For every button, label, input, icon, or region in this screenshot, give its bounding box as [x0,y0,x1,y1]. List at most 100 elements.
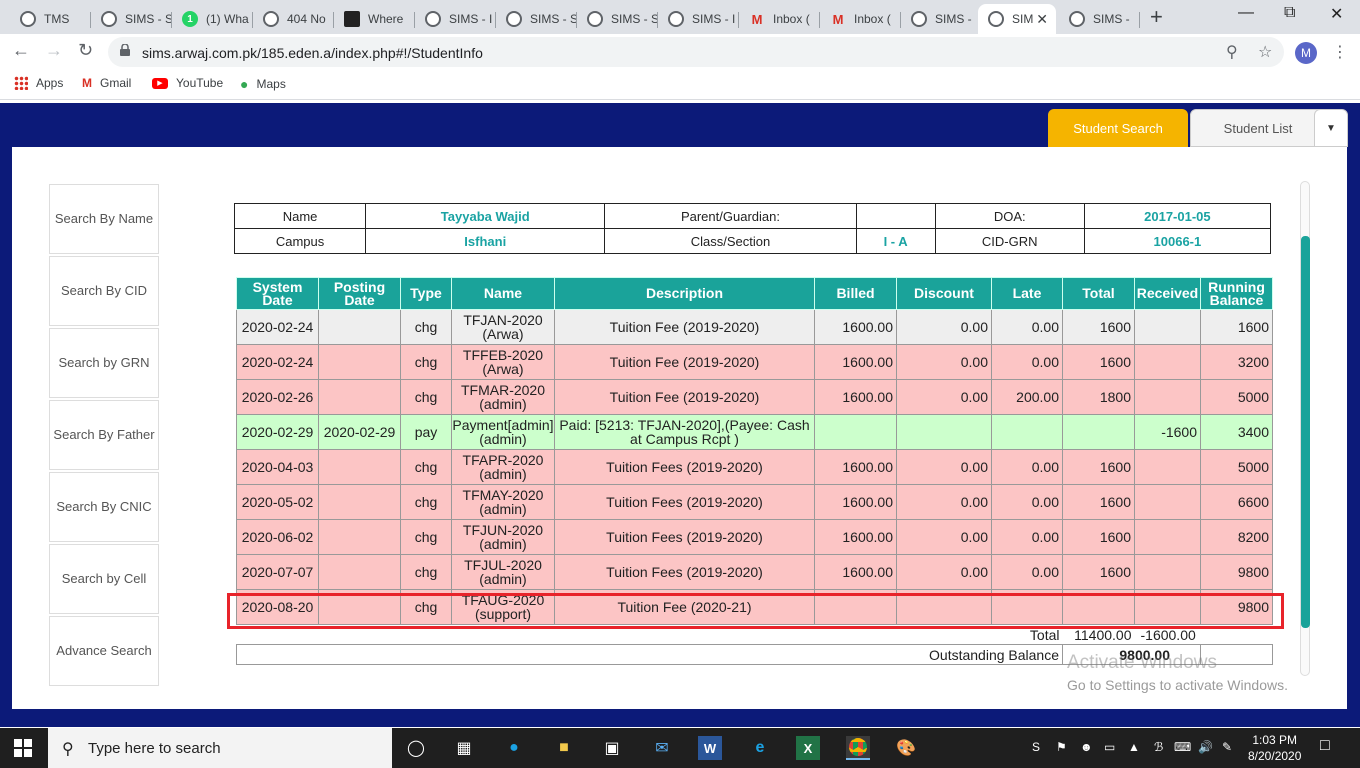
word-icon[interactable]: W [698,736,722,760]
tab-student-list[interactable]: Student List [1190,109,1326,147]
sidebar-search-button[interactable]: Search By Name [49,184,159,254]
ledger-cell: Tuition Fee (2019-2020) [554,309,815,345]
column-header[interactable]: Total [1062,277,1135,310]
paint-icon[interactable]: 🎨 [894,736,918,760]
back-icon[interactable]: ← [12,40,30,61]
ledger-row[interactable]: 2020-07-07 chg TFJUL-2020 (admin) Tuition F… [236,554,1273,590]
tab-dropdown-button[interactable]: ▼ [1314,109,1348,147]
apps-grid-icon [14,76,28,90]
edge-icon[interactable]: ● [502,736,526,760]
profile-avatar[interactable]: M [1295,42,1317,64]
file-explorer-icon[interactable]: ■ [552,736,576,760]
ie-icon[interactable]: e [748,736,772,760]
display-icon[interactable]: ▭ [1104,740,1115,754]
restore-icon[interactable]: ⧉ [1284,4,1295,22]
security-icon[interactable]: ⚑ [1056,740,1067,754]
mail-icon[interactable]: ✉ [650,736,674,760]
column-header[interactable]: Late [991,277,1063,310]
bookmark-apps[interactable]: Apps [14,76,63,90]
bookmark-youtube[interactable]: ▶ YouTube [152,76,223,90]
browser-tab-title: Inbox ( [854,12,891,26]
skype-icon[interactable]: S [1032,740,1040,754]
ledger-row[interactable]: 2020-02-24 chg TFFEB-2020 (Arwa) Tuition Fe… [236,344,1273,380]
browser-tab[interactable]: SIMS - [1059,4,1140,34]
reload-icon[interactable]: ↻ [78,40,93,61]
browser-tab[interactable]: SIMS - S [496,4,577,34]
forward-icon[interactable]: → [45,40,63,61]
column-header[interactable]: Running Balance [1200,277,1273,310]
browser-tab[interactable]: M Inbox ( [739,4,820,34]
globe-icon [587,11,603,27]
ledger-row[interactable]: 2020-02-29 2020-02-29 pay Payment[admin] (a… [236,414,1273,450]
browser-tab[interactable]: SIMS - I [658,4,739,34]
column-header[interactable]: Received [1134,277,1201,310]
close-tab-icon[interactable]: ✕ [1036,11,1048,28]
zoom-icon[interactable]: ⚲ [1226,42,1238,62]
browser-tab[interactable]: SIMS - S [577,4,658,34]
store-icon[interactable]: ▣ [600,736,624,760]
input-method-icon[interactable]: ⌨ [1174,740,1191,754]
windows-start-icon[interactable] [14,739,32,757]
sidebar-search-button[interactable]: Search By Father [49,400,159,470]
people-icon[interactable]: ☻ [1080,740,1093,754]
tab-student-search[interactable]: Student Search [1048,109,1188,147]
browser-tab[interactable]: 1 (1) Wha [172,4,253,34]
browser-tab[interactable]: M Inbox ( [820,4,901,34]
browser-tab[interactable]: SIMS - [901,4,982,34]
address-bar[interactable]: sims.arwaj.com.pk/185.eden.a/index.php#!… [108,37,1284,67]
column-header[interactable]: Billed [814,277,897,310]
ledger-cell: chg [400,309,452,345]
notifications-icon[interactable]: □ [1320,737,1330,755]
column-header[interactable]: Discount [896,277,992,310]
new-tab-button[interactable]: + [1150,4,1163,30]
url-text: sims.arwaj.com.pk/185.eden.a/index.php#!… [142,45,483,61]
column-header[interactable]: Name [451,277,555,310]
ledger-row[interactable]: 2020-02-24 chg TFJAN-2020 (Arwa) Tuition Fe… [236,309,1273,345]
sidebar-search-button[interactable]: Search By CID [49,256,159,326]
menu-kebab-icon[interactable]: ⋮ [1332,42,1348,62]
language-icon[interactable]: ✎ [1222,740,1232,754]
globe-icon [263,11,279,27]
browser-tab[interactable]: SIM ✕ [978,4,1056,34]
taskbar-search[interactable]: ⚲ Type here to search [48,728,392,768]
bookmark-maps[interactable]: ● Maps [240,76,286,92]
globe-icon [668,11,684,27]
cid-grn-value: 10066-1 [1083,228,1272,254]
browser-tab-title: SIMS - [1093,12,1130,26]
chrome-icon[interactable] [846,736,870,760]
sidebar-search-button[interactable]: Search By CNIC [49,472,159,542]
ledger-cell [1134,309,1201,345]
column-header[interactable]: Description [554,277,815,310]
bookmark-gmail[interactable]: M Gmail [82,76,131,90]
network-icon[interactable]: ▲ [1128,740,1140,754]
column-header[interactable]: Type [400,277,452,310]
sidebar-search-button[interactable]: Search by Cell [49,544,159,614]
browser-tab[interactable]: Where [334,4,415,34]
close-window-icon[interactable]: ✕ [1330,4,1343,24]
ledger-row[interactable]: 2020-04-03 chg TFAPR-2020 (admin) Tuition F… [236,449,1273,485]
volume-icon[interactable]: 🔊 [1198,740,1213,754]
browser-tab[interactable]: 404 No [253,4,334,34]
task-view-icon[interactable]: ▦ [452,736,476,760]
column-header[interactable]: Posting Date [318,277,401,310]
cortana-icon[interactable]: ◯ [404,736,428,760]
browser-tab[interactable]: SIMS - I [415,4,496,34]
minimize-icon[interactable]: — [1238,4,1254,22]
ledger-row[interactable]: 2020-05-02 chg TFMAY-2020 (admin) Tuition F… [236,484,1273,520]
system-clock[interactable]: 1:03 PM 8/20/2020 [1248,732,1301,764]
bookmark-star-icon[interactable]: ☆ [1258,42,1272,62]
sidebar-search-button[interactable]: Search by GRN [49,328,159,398]
gmail-icon: M [832,11,844,27]
scrollbar-thumb[interactable] [1301,236,1310,628]
ledger-cell: 0.00 [991,519,1063,555]
ledger-row[interactable]: 2020-02-26 chg TFMAR-2020 (admin) Tuition F… [236,379,1273,415]
thumbnail-icon [344,11,360,27]
browser-tab[interactable]: TMS [10,4,91,34]
column-header[interactable]: System Date [236,277,319,310]
ledger-row[interactable]: 2020-06-02 chg TFJUN-2020 (admin) Tuition F… [236,519,1273,555]
bluetooth-icon[interactable]: ℬ [1154,740,1163,754]
sidebar-search-button[interactable]: Advance Search [49,616,159,686]
excel-icon[interactable]: X [796,736,820,760]
browser-tab[interactable]: SIMS - S [91,4,172,34]
sims-app: Student Search Student List ▼ Search By … [0,103,1360,727]
